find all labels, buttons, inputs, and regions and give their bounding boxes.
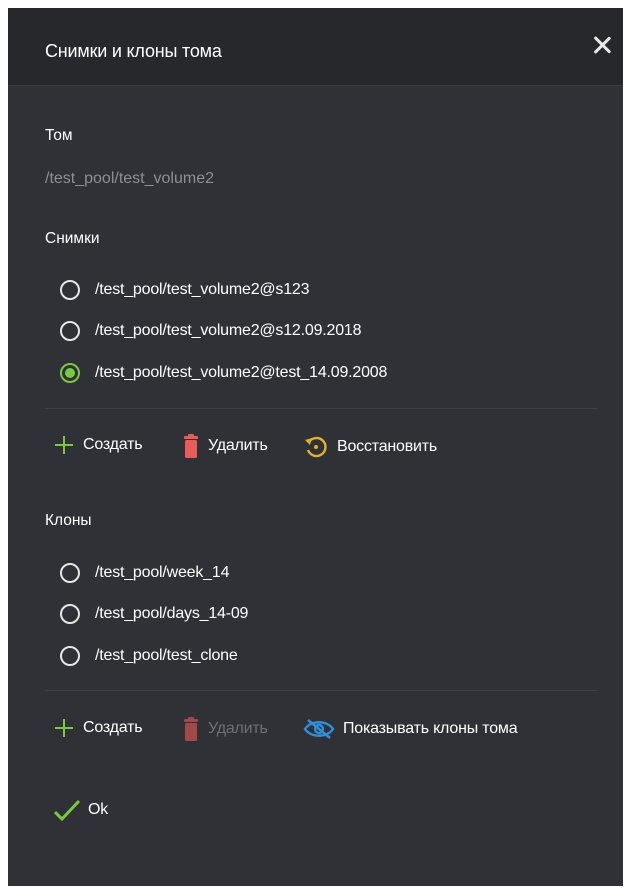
snapshot-delete-button[interactable]: Удалить <box>182 434 268 458</box>
volume-label: Том <box>45 127 73 144</box>
divider <box>45 690 597 691</box>
ok-button[interactable]: Ok <box>54 798 108 822</box>
clone-create-button[interactable]: Создать <box>53 717 143 739</box>
snapshots-clones-dialog: Снимки и клоны тома Том /test_pool/test_… <box>8 8 623 886</box>
plus-icon <box>53 434 75 456</box>
volume-value: /test_pool/test_volume2 <box>45 170 214 187</box>
create-label: Создать <box>83 719 143 736</box>
radio-button[interactable] <box>60 604 80 624</box>
snapshot-item-label: /test_pool/test_volume2@s123 <box>95 281 310 298</box>
ok-label: Ok <box>88 801 109 818</box>
checkmark-icon <box>54 799 80 822</box>
clone-item[interactable]: /test_pool/week_14 <box>60 559 229 587</box>
restore-icon <box>305 436 327 458</box>
radio-button[interactable] <box>60 646 80 666</box>
snapshot-item-label: /test_pool/test_volume2@s12.09.2018 <box>95 322 362 339</box>
show-clones-label: Показывать клоны тома <box>343 720 518 737</box>
eye-slash-icon <box>303 718 335 740</box>
snapshot-item-label: /test_pool/test_volume2@test_14.09.2008 <box>95 364 388 381</box>
radio-button-checked[interactable] <box>60 363 80 383</box>
snapshot-item[interactable]: /test_pool/test_volume2@s123 <box>60 276 310 304</box>
clone-item-label: /test_pool/days_14-09 <box>95 605 249 622</box>
snapshot-restore-button[interactable]: Восстановить <box>303 434 437 460</box>
snapshot-item-selected[interactable]: /test_pool/test_volume2@test_14.09.2008 <box>60 359 387 387</box>
radio-button[interactable] <box>60 280 80 300</box>
show-clones-toggle[interactable]: Показывать клоны тома <box>303 717 518 741</box>
create-label: Создать <box>83 436 143 453</box>
snapshot-create-button[interactable]: Создать <box>53 434 143 456</box>
trash-icon <box>184 717 198 741</box>
delete-label: Удалить <box>208 437 268 454</box>
snapshots-label: Снимки <box>45 230 100 247</box>
dialog-header: Снимки и клоны тома <box>8 8 623 86</box>
snapshot-item[interactable]: /test_pool/test_volume2@s12.09.2018 <box>60 317 362 345</box>
clones-label: Клоны <box>45 512 92 529</box>
close-icon[interactable] <box>591 34 613 56</box>
delete-label: Удалить <box>208 720 268 737</box>
radio-button[interactable] <box>60 563 80 583</box>
radio-button[interactable] <box>60 321 80 341</box>
trash-icon <box>184 434 198 458</box>
clone-delete-button[interactable]: Удалить <box>182 717 268 741</box>
clone-item[interactable]: /test_pool/days_14-09 <box>60 600 248 628</box>
clone-item-label: /test_pool/week_14 <box>95 564 230 581</box>
plus-icon <box>53 717 75 739</box>
dialog-title: Снимки и клоны тома <box>45 41 222 61</box>
clone-item-label: /test_pool/test_clone <box>95 647 238 664</box>
restore-label: Восстановить <box>337 438 438 455</box>
clone-item[interactable]: /test_pool/test_clone <box>60 642 238 670</box>
divider <box>45 408 597 409</box>
